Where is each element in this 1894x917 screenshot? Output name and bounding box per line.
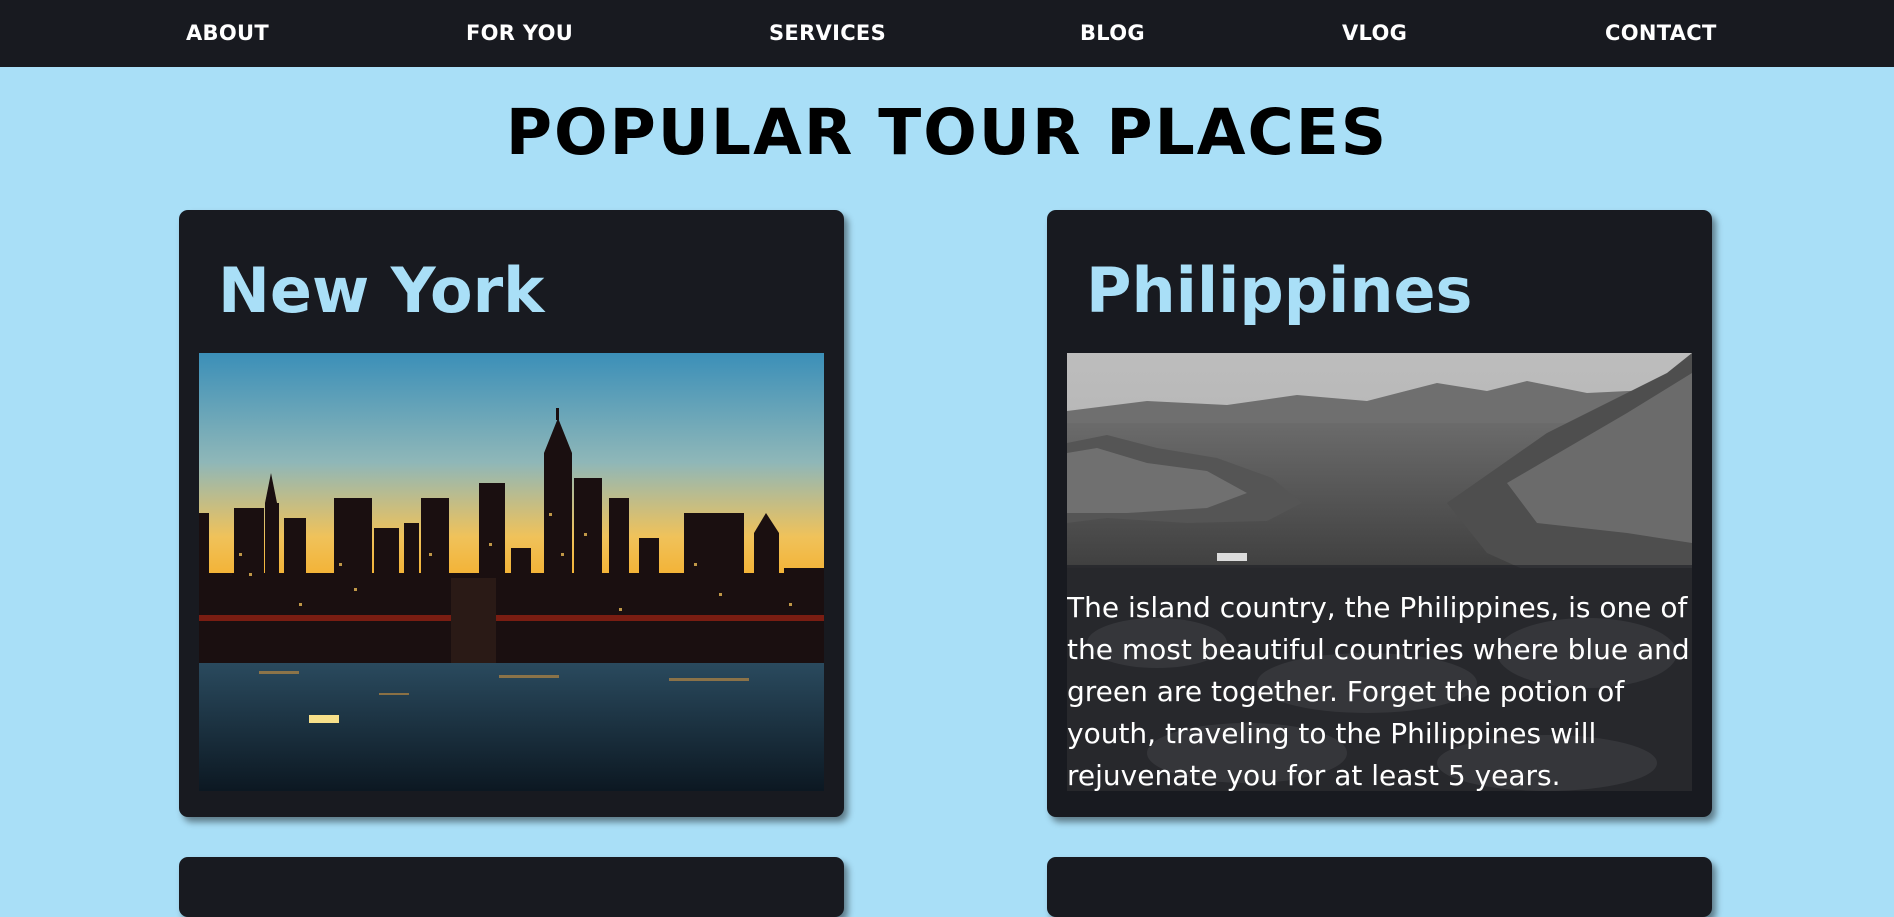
nav-link-blog[interactable]: BLOG [1080, 0, 1145, 67]
new-york-image [199, 353, 824, 791]
card-title: New York [218, 254, 545, 327]
page-title: POPULAR TOUR PLACES [505, 96, 1389, 169]
place-card-new-york[interactable]: New York [179, 210, 844, 817]
place-card-4[interactable] [1047, 857, 1712, 917]
place-card-philippines[interactable]: Philippines The island country, the Phil… [1047, 210, 1712, 817]
nav-link-vlog[interactable]: VLOG [1342, 0, 1407, 67]
nav-link-services[interactable]: SERVICES [769, 0, 886, 67]
nav-link-about[interactable]: ABOUT [186, 0, 269, 67]
nav-link-contact[interactable]: CONTACT [1605, 0, 1717, 67]
top-navbar: ABOUT FOR YOU SERVICES BLOG VLOG CONTACT [0, 0, 1894, 67]
nav-link-for-you[interactable]: FOR YOU [466, 0, 573, 67]
description-overlay: The island country, the Philippines, is … [1067, 565, 1692, 791]
place-description: The island country, the Philippines, is … [1067, 591, 1690, 791]
place-card-3[interactable] [179, 857, 844, 917]
philippines-image: The island country, the Philippines, is … [1067, 353, 1692, 791]
card-title: Philippines [1086, 254, 1473, 327]
